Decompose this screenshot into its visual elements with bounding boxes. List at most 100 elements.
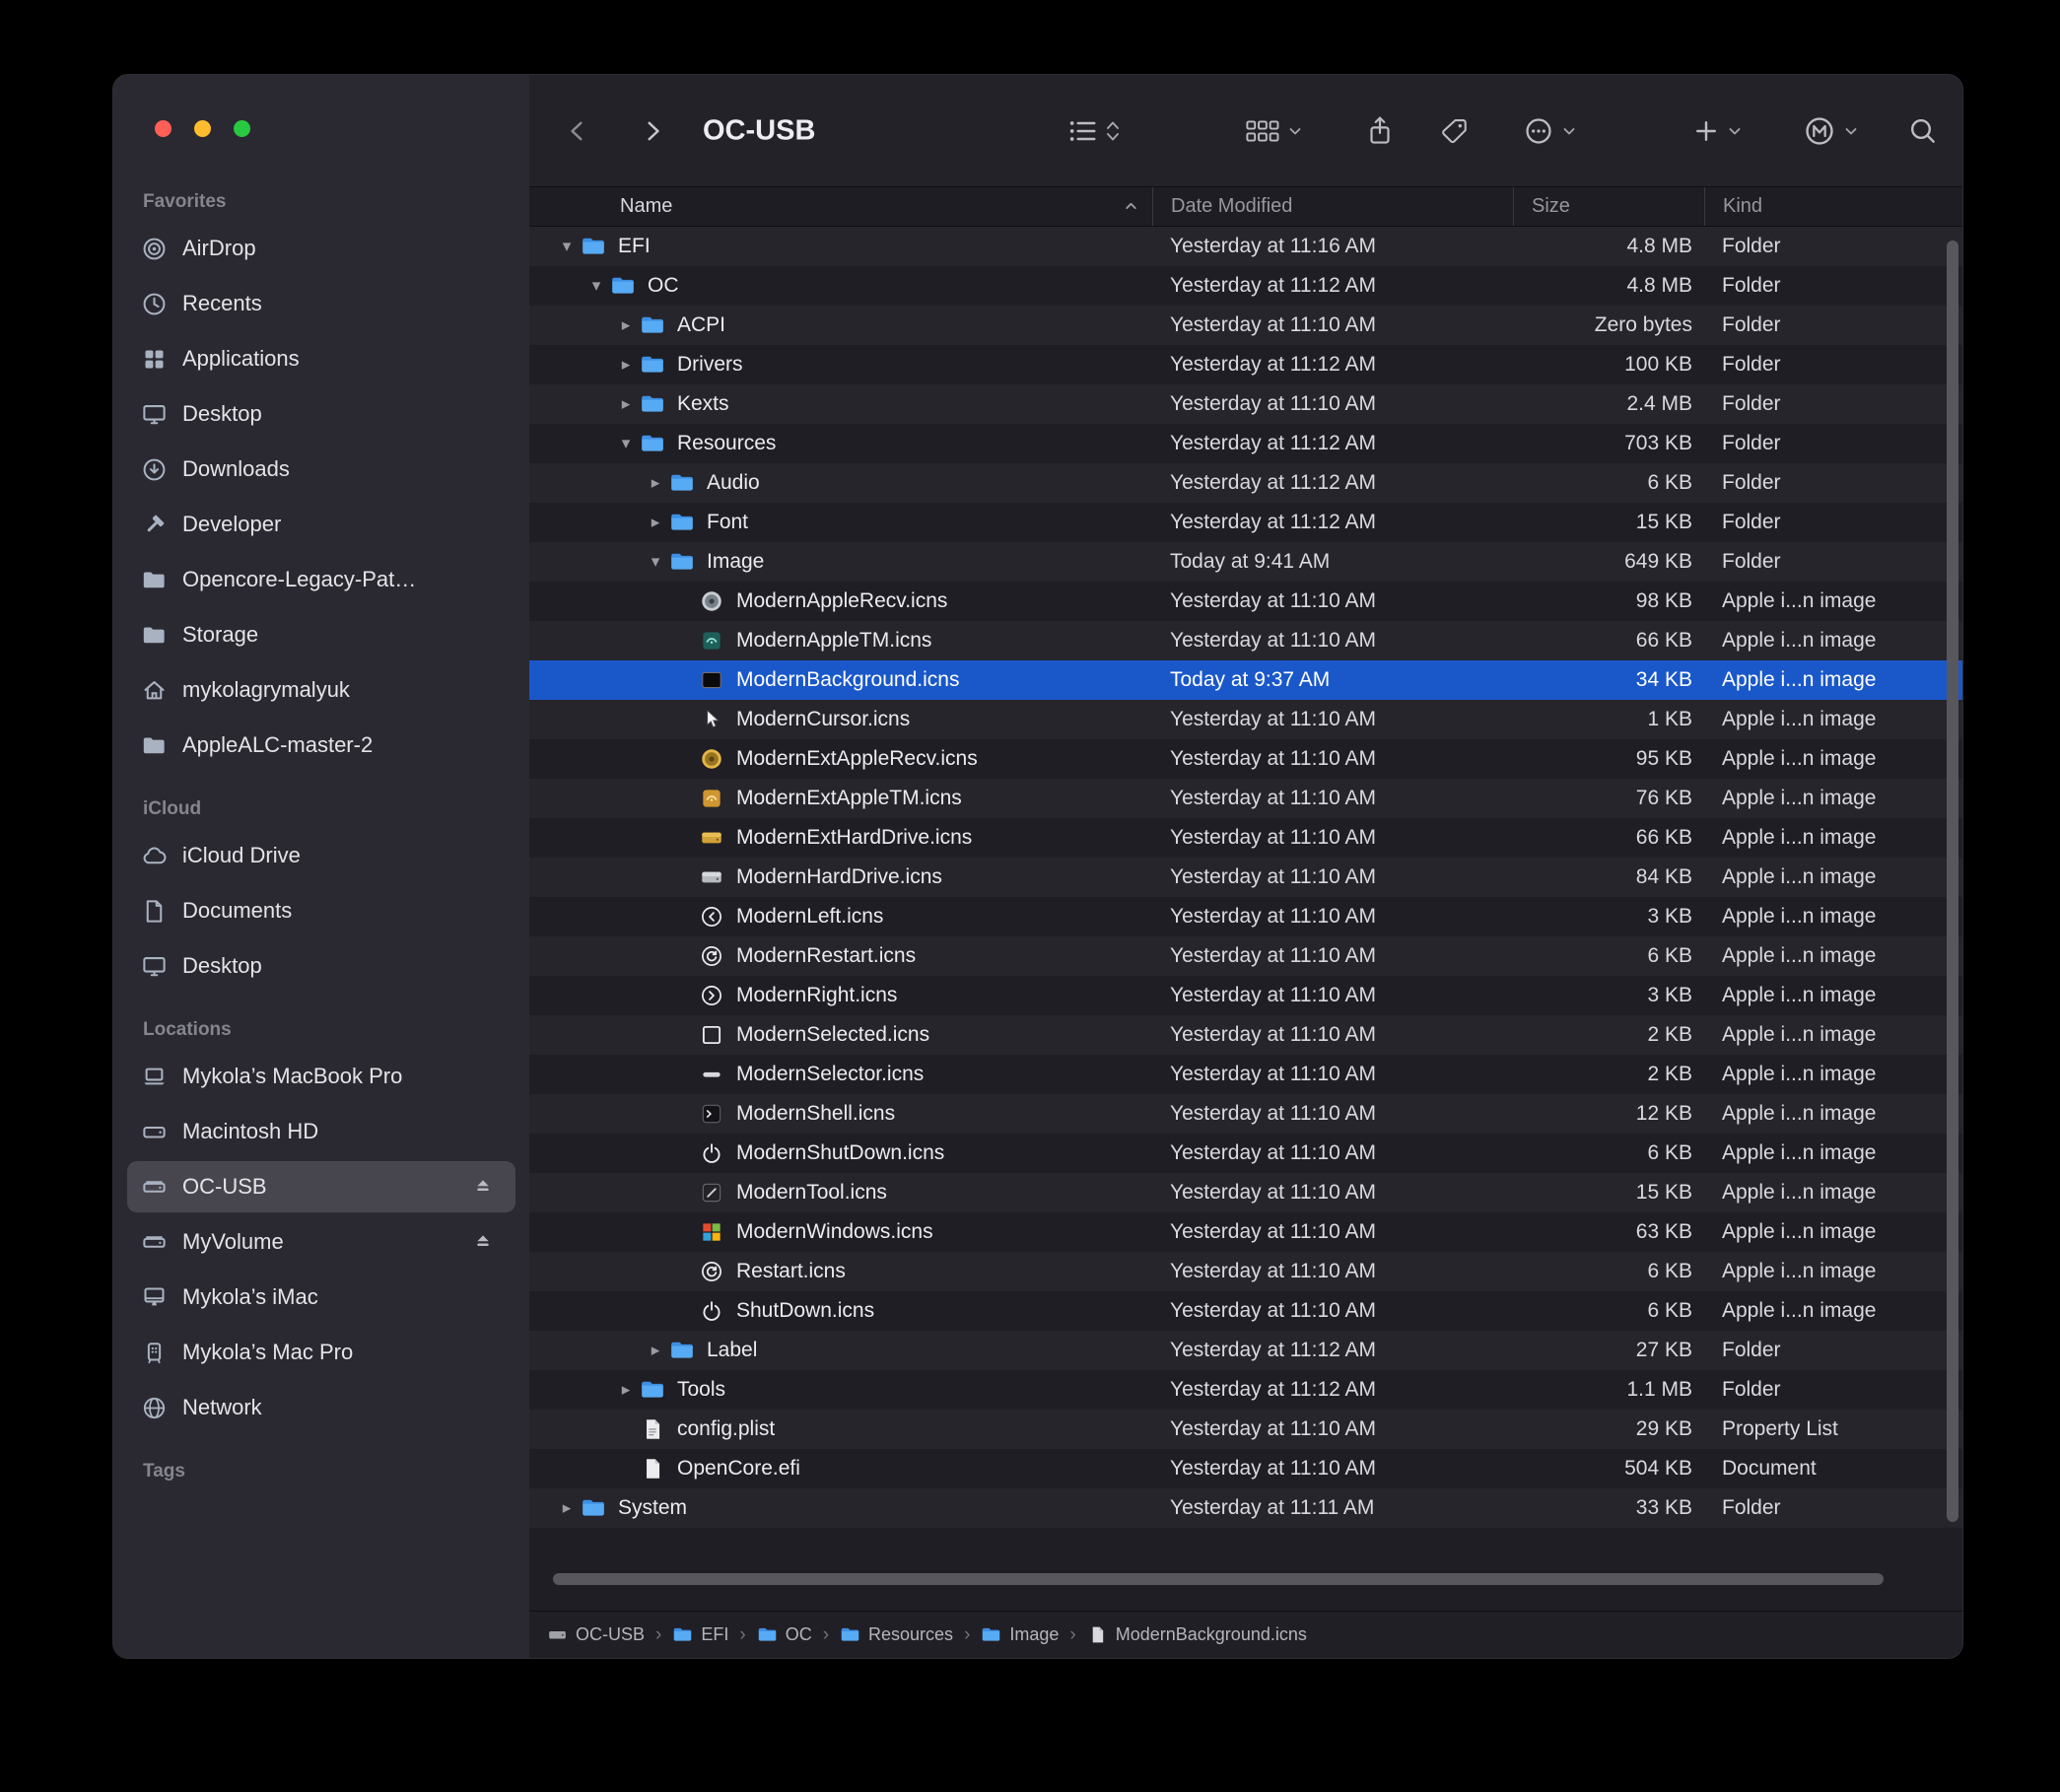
- file-date-modified: Yesterday at 11:10 AM: [1152, 984, 1513, 1007]
- sidebar-item-mykola-s-mac-pro[interactable]: Mykola’s Mac Pro: [127, 1327, 515, 1378]
- disclosure-triangle[interactable]: ▾: [583, 276, 610, 296]
- file-size: Zero bytes: [1513, 313, 1704, 337]
- disclosure-triangle[interactable]: ▸: [612, 1380, 640, 1400]
- home-icon: [139, 676, 169, 704]
- file-row-audio[interactable]: ▸AudioYesterday at 11:12 AM6 KBFolder: [529, 463, 1962, 503]
- path-item-efi[interactable]: EFI: [672, 1624, 728, 1645]
- disclosure-triangle[interactable]: ▸: [642, 1341, 669, 1360]
- sidebar-item-documents[interactable]: Documents: [127, 885, 515, 936]
- file-row-shutdown-icns[interactable]: ShutDown.icnsYesterday at 11:10 AM6 KBAp…: [529, 1291, 1962, 1331]
- file-row-modernextapplerecv-icns[interactable]: ModernExtAppleRecv.icnsYesterday at 11:1…: [529, 739, 1962, 779]
- path-item-resources[interactable]: Resources: [840, 1624, 953, 1645]
- file-row-opencore-efi[interactable]: OpenCore.efiYesterday at 11:10 AM504 KBD…: [529, 1449, 1962, 1488]
- vertical-scrollbar[interactable]: [1947, 241, 1958, 1522]
- back-button[interactable]: [565, 116, 590, 146]
- file-row-image[interactable]: ▾ImageToday at 9:41 AM649 KBFolder: [529, 542, 1962, 582]
- file-row-modernapplerecv-icns[interactable]: ModernAppleRecv.icnsYesterday at 11:10 A…: [529, 582, 1962, 621]
- path-item-oc-usb[interactable]: OC-USB: [547, 1624, 645, 1645]
- file-row-restart-icns[interactable]: Restart.icnsYesterday at 11:10 AM6 KBApp…: [529, 1252, 1962, 1291]
- disclosure-triangle[interactable]: ▸: [642, 513, 669, 532]
- sidebar-item-applications[interactable]: Applications: [127, 333, 515, 384]
- sidebar-item-applealc-master-2[interactable]: AppleALC-master-2: [127, 720, 515, 771]
- sidebar-item-desktop[interactable]: Desktop: [127, 940, 515, 992]
- file-row-modernshell-icns[interactable]: ModernShell.icnsYesterday at 11:10 AM12 …: [529, 1094, 1962, 1134]
- disclosure-triangle[interactable]: ▸: [612, 394, 640, 414]
- file-row-modernleft-icns[interactable]: ModernLeft.icnsYesterday at 11:10 AM3 KB…: [529, 897, 1962, 936]
- sidebar-item-storage[interactable]: Storage: [127, 609, 515, 660]
- file-row-resources[interactable]: ▾ResourcesYesterday at 11:12 AM703 KBFol…: [529, 424, 1962, 463]
- sidebar-item-opencore-legacy-pat-[interactable]: Opencore-Legacy-Pat…: [127, 554, 515, 605]
- file-row-modernselected-icns[interactable]: ModernSelected.icnsYesterday at 11:10 AM…: [529, 1015, 1962, 1055]
- search-button[interactable]: [1907, 115, 1939, 147]
- disclosure-triangle[interactable]: ▸: [553, 1498, 581, 1518]
- share-button[interactable]: [1365, 114, 1395, 148]
- file-row-modernright-icns[interactable]: ModernRight.icnsYesterday at 11:10 AM3 K…: [529, 976, 1962, 1015]
- sidebar-item-downloads[interactable]: Downloads: [127, 444, 515, 495]
- file-row-modernshutdown-icns[interactable]: ModernShutDown.icnsYesterday at 11:10 AM…: [529, 1134, 1962, 1173]
- file-row-label[interactable]: ▸LabelYesterday at 11:12 AM27 KBFolder: [529, 1331, 1962, 1370]
- folder-icon: [581, 1495, 606, 1521]
- view-mode-button[interactable]: [1066, 115, 1121, 147]
- sidebar-item-developer[interactable]: Developer: [127, 499, 515, 550]
- group-button[interactable]: [1245, 116, 1303, 146]
- sidebar-section-icloud: iCloudiCloud DriveDocumentsDesktop: [127, 798, 515, 992]
- file-row-efi[interactable]: ▾EFIYesterday at 11:16 AM4.8 MBFolder: [529, 227, 1962, 266]
- file-row-moderntool-icns[interactable]: ModernTool.icnsYesterday at 11:10 AM15 K…: [529, 1173, 1962, 1212]
- path-item-image[interactable]: Image: [981, 1624, 1059, 1645]
- disclosure-triangle[interactable]: ▾: [642, 552, 669, 572]
- sidebar-item-mykola-s-macbook-pro[interactable]: Mykola’s MacBook Pro: [127, 1051, 515, 1102]
- file-row-oc[interactable]: ▾OCYesterday at 11:12 AM4.8 MBFolder: [529, 266, 1962, 306]
- close-button[interactable]: [155, 120, 172, 137]
- file-row-config-plist[interactable]: config.plistYesterday at 11:10 AM29 KBPr…: [529, 1410, 1962, 1449]
- file-row-tools[interactable]: ▸ToolsYesterday at 11:12 AM1.1 MBFolder: [529, 1370, 1962, 1410]
- file-row-modernwindows-icns[interactable]: ModernWindows.icnsYesterday at 11:10 AM6…: [529, 1212, 1962, 1252]
- tag-button[interactable]: [1440, 116, 1470, 146]
- file-row-modernextappletm-icns[interactable]: ModernExtAppleTM.icnsYesterday at 11:10 …: [529, 779, 1962, 818]
- file-row-system[interactable]: ▸SystemYesterday at 11:11 AM33 KBFolder: [529, 1488, 1962, 1528]
- column-header-name[interactable]: Name: [529, 187, 1152, 226]
- file-date-modified: Today at 9:37 AM: [1152, 668, 1513, 692]
- sidebar-item-macintosh-hd[interactable]: Macintosh HD: [127, 1106, 515, 1157]
- file-row-font[interactable]: ▸FontYesterday at 11:12 AM15 KBFolder: [529, 503, 1962, 542]
- file-row-modernharddrive-icns[interactable]: ModernHardDrive.icnsYesterday at 11:10 A…: [529, 858, 1962, 897]
- sidebar-item-label: Mykola’s iMac: [182, 1284, 318, 1310]
- disclosure-triangle[interactable]: ▾: [553, 237, 581, 256]
- forward-button[interactable]: [640, 116, 665, 146]
- disclosure-triangle[interactable]: ▾: [612, 434, 640, 453]
- new-item-button[interactable]: [1692, 117, 1743, 145]
- column-header-date[interactable]: Date Modified: [1152, 187, 1513, 226]
- sidebar-item-desktop[interactable]: Desktop: [127, 388, 515, 440]
- minimize-button[interactable]: [194, 120, 211, 137]
- path-item-modernbackground-icns[interactable]: ModernBackground.icns: [1087, 1624, 1307, 1645]
- file-row-modernselector-icns[interactable]: ModernSelector.icnsYesterday at 11:10 AM…: [529, 1055, 1962, 1094]
- column-header-size[interactable]: Size: [1513, 187, 1704, 226]
- column-header-kind[interactable]: Kind: [1704, 187, 1962, 226]
- zoom-button[interactable]: [234, 120, 250, 137]
- sidebar-item-airdrop[interactable]: AirDrop: [127, 223, 515, 274]
- file-row-modernappletm-icns[interactable]: ModernAppleTM.icnsYesterday at 11:10 AM6…: [529, 621, 1962, 660]
- file-row-modernextharddrive-icns[interactable]: ModernExtHardDrive.icnsYesterday at 11:1…: [529, 818, 1962, 858]
- eject-icon[interactable]: [472, 1176, 494, 1198]
- disclosure-triangle[interactable]: ▸: [612, 315, 640, 335]
- sidebar-item-network[interactable]: Network: [127, 1382, 515, 1433]
- sidebar-item-mykolagrymalyuk[interactable]: mykolagrymalyuk: [127, 664, 515, 716]
- horizontal-scrollbar[interactable]: [553, 1573, 1884, 1585]
- file-row-modernrestart-icns[interactable]: ModernRestart.icnsYesterday at 11:10 AM6…: [529, 936, 1962, 976]
- sidebar-item-oc-usb[interactable]: OC-USB: [127, 1161, 515, 1212]
- eject-icon[interactable]: [472, 1231, 494, 1253]
- sidebar-item-myvolume[interactable]: MyVolume: [127, 1216, 515, 1268]
- more-options-button[interactable]: [1523, 115, 1577, 147]
- sidebar-item-icloud-drive[interactable]: iCloud Drive: [127, 830, 515, 881]
- path-item-oc[interactable]: OC: [757, 1624, 812, 1645]
- file-row-modernbackground-icns[interactable]: ModernBackground.icnsToday at 9:37 AM34 …: [529, 660, 1962, 700]
- disclosure-triangle[interactable]: ▸: [642, 473, 669, 493]
- file-row-drivers[interactable]: ▸DriversYesterday at 11:12 AM100 KBFolde…: [529, 345, 1962, 384]
- file-row-acpi[interactable]: ▸ACPIYesterday at 11:10 AMZero bytesFold…: [529, 306, 1962, 345]
- file-name: Font: [707, 511, 748, 534]
- sidebar-item-recents[interactable]: Recents: [127, 278, 515, 329]
- file-row-moderncursor-icns[interactable]: ModernCursor.icnsYesterday at 11:10 AM1 …: [529, 700, 1962, 739]
- account-menu-button[interactable]: [1803, 114, 1859, 148]
- sidebar-item-mykola-s-imac[interactable]: Mykola’s iMac: [127, 1272, 515, 1323]
- file-row-kexts[interactable]: ▸KextsYesterday at 11:10 AM2.4 MBFolder: [529, 384, 1962, 424]
- disclosure-triangle[interactable]: ▸: [612, 355, 640, 375]
